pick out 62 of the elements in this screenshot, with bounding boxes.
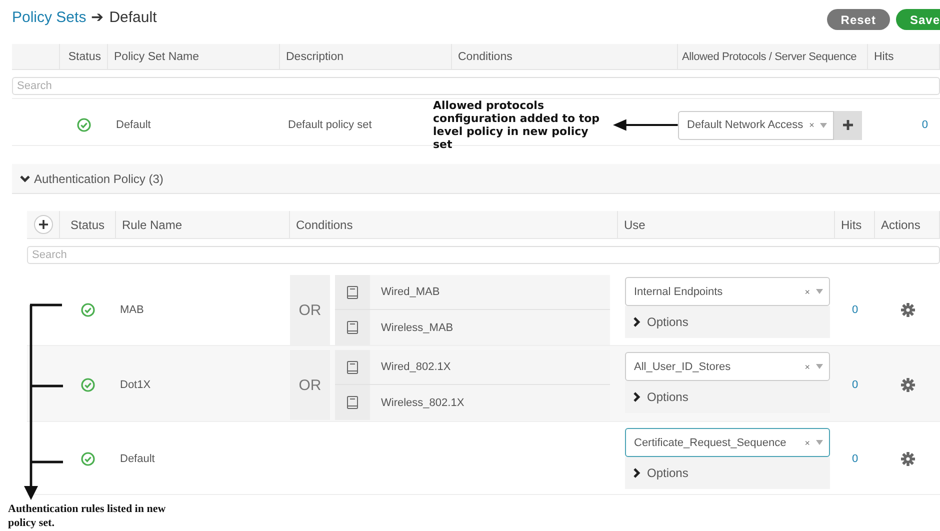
arrow-left [613,119,678,131]
breadcrumb-separator: ➔ [91,8,104,26]
callout-text: Authentication rules listed in new policy set. [8,502,167,530]
column-header: Status [60,44,108,69]
hits-link[interactable]: 0 [868,119,940,131]
condition-name: Wireless_MAB [381,322,454,334]
condition-name: Wired_802.1X [381,361,451,373]
table-cell-text: Default [115,119,152,131]
caret-icon [816,289,823,294]
settings-icon[interactable] [900,303,914,317]
breadcrumb-current: Default [109,9,157,26]
chevron-right-icon [633,317,641,327]
rule-name: Dot1X [120,379,151,391]
column-header: Actions [875,211,940,238]
add-button[interactable] [834,110,862,140]
hits-link[interactable]: 0 [852,452,858,464]
operator-label: OR [290,275,330,345]
condition-name: Wired_MAB [381,286,440,298]
rule-name: Default [120,452,155,464]
settings-icon[interactable] [900,452,914,466]
add-button[interactable] [34,215,52,234]
column-header: Status [60,211,116,238]
card-icon [347,360,358,374]
search-field[interactable]: Search [27,246,940,264]
hits-link[interactable]: 0 [852,379,858,391]
hits-link[interactable]: 0 [852,304,858,316]
protocols-select[interactable]: Default Network Access × [678,110,834,140]
reset-button[interactable]: Reset [826,9,890,30]
identity-source-select[interactable]: Internal Endpoints × [625,277,830,306]
column-header: Conditions [290,211,618,238]
column-header: Description [280,44,452,69]
section-title[interactable]: Authentication Policy (3) [34,172,164,186]
breadcrumb-link[interactable]: Policy Sets [12,9,86,26]
save-button[interactable]: Save [896,9,940,30]
card-icon [347,396,358,409]
caret-icon [820,122,828,128]
callout-text: Allowed protocols configuration added to top level policy in new policy set [433,99,601,151]
options-toggle[interactable]: Options [625,306,830,338]
column-header: Policy Set Name [108,44,280,69]
card-icon [347,321,358,334]
identity-source-select[interactable]: Certificate_Request_Sequence × [625,428,830,457]
column-header: Rule Name [116,211,290,238]
options-toggle[interactable]: Options [625,381,830,413]
condition-name: Wireless_802.1X [381,396,464,408]
search-field[interactable]: Search [12,77,940,95]
chevron-right-icon [633,392,641,402]
identity-source-select[interactable]: All_User_ID_Stores × [625,352,830,381]
rule-name: MAB [120,304,144,316]
caret-icon [816,440,823,445]
chevron-right-icon [633,468,641,478]
caret-icon [816,364,823,369]
operator-label: OR [290,350,330,420]
column-header: Hits [868,44,940,69]
settings-icon[interactable] [900,378,914,392]
column-header: Allowed Protocols / Server Sequence [678,44,868,69]
column-header: Use [618,211,835,238]
plus-icon [843,120,854,130]
column-header: Hits [835,211,875,238]
column-header: Conditions [452,44,678,69]
options-toggle[interactable]: Options [625,457,830,489]
plus-icon [38,220,48,229]
card-icon [347,286,358,298]
